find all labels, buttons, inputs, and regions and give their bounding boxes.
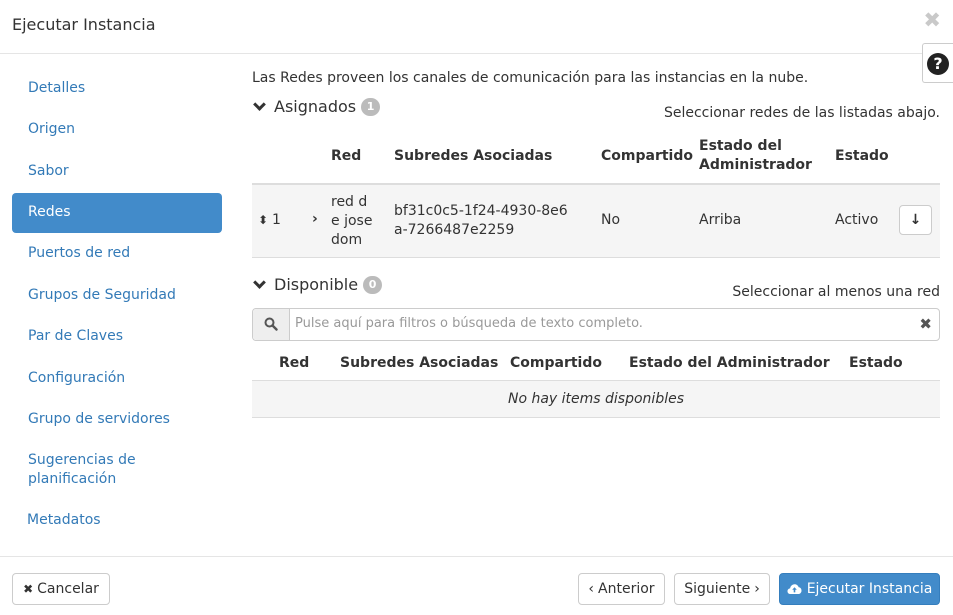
arrow-down-icon: ↓ bbox=[909, 212, 922, 228]
expand-row-icon[interactable]: › bbox=[312, 210, 318, 229]
assigned-row-divider bbox=[252, 257, 940, 258]
dialog-title: Ejecutar Instancia bbox=[12, 15, 156, 34]
sidebar-item-grupo-de-servidores[interactable]: Grupo de servidores bbox=[12, 410, 222, 429]
assigned-col-red: Red bbox=[331, 148, 362, 164]
assigned-hint: Seleccionar redes de las listadas abajo. bbox=[663, 105, 940, 121]
sidebar-item-sabor[interactable]: Sabor bbox=[12, 162, 222, 181]
search-icon bbox=[264, 317, 278, 331]
row-subredes: bf31c0c5-1f24-4930-8e6a-7266487e2259 bbox=[394, 203, 568, 238]
back-button[interactable]: ‹ Anterior bbox=[578, 573, 665, 605]
sidebar-item-detalles[interactable]: Detalles bbox=[12, 79, 222, 98]
clear-search-icon[interactable]: ✖ bbox=[919, 315, 932, 333]
assigned-col-subredes: Subredes Asociadas bbox=[394, 148, 553, 164]
sidebar-item-redes[interactable]: Redes bbox=[12, 193, 222, 233]
assigned-col-estado-admin: Estado del Administrador bbox=[699, 138, 812, 173]
assigned-count-badge: 1 bbox=[361, 97, 381, 116]
search-addon bbox=[253, 309, 290, 340]
available-col-compartido: Compartido bbox=[510, 355, 602, 371]
row-red: red de josedom bbox=[331, 194, 373, 248]
launch-instance-button[interactable]: Ejecutar Instancia bbox=[779, 573, 940, 605]
assigned-col-compartido: Compartido bbox=[601, 148, 693, 164]
available-hint: Seleccionar al menos una red bbox=[732, 284, 940, 300]
available-bottom-divider bbox=[252, 417, 940, 418]
search-bar: ✖ bbox=[252, 308, 940, 341]
available-col-estado: Estado bbox=[849, 355, 903, 371]
dialog-header: Ejecutar Instancia ✖ bbox=[0, 0, 953, 54]
help-button[interactable]: ? bbox=[922, 43, 953, 83]
cancel-button[interactable]: ✖ Cancelar bbox=[12, 573, 110, 605]
sidebar-item-origen[interactable]: Origen bbox=[12, 120, 222, 139]
chevron-down-icon bbox=[253, 97, 266, 111]
sidebar-item-par-de-claves[interactable]: Par de Claves bbox=[12, 327, 222, 346]
close-icon[interactable]: ✖ bbox=[923, 10, 941, 31]
assigned-col-estado: Estado bbox=[835, 148, 889, 164]
row-order: 1 bbox=[272, 212, 281, 228]
available-col-red: Red bbox=[279, 355, 310, 371]
assigned-section-toggle[interactable]: Asignados 1 bbox=[252, 97, 381, 116]
back-label: Anterior bbox=[598, 581, 655, 597]
row-estado-admin: Arriba bbox=[699, 212, 742, 228]
sidebar-item-grupos-de-seguridad[interactable]: Grupos de Seguridad bbox=[12, 286, 222, 305]
empty-state-text: No hay items disponibles bbox=[252, 381, 940, 417]
row-estado: Activo bbox=[835, 212, 879, 228]
available-title: Disponible bbox=[274, 275, 359, 294]
table-row: ⬍ 1 › red de josedom bf31c0c5-1f24-4930-… bbox=[252, 185, 940, 257]
cloud-upload-icon bbox=[787, 584, 802, 594]
deallocate-button[interactable]: ↓ bbox=[899, 205, 932, 235]
available-count-badge: 0 bbox=[363, 275, 383, 294]
sort-handle-icon[interactable]: ⬍ bbox=[258, 211, 268, 230]
launch-label: Ejecutar Instancia bbox=[806, 581, 933, 597]
dialog-footer: ✖ Cancelar ‹ Anterior Siguiente › Ejecut… bbox=[0, 556, 953, 615]
next-button[interactable]: Siguiente › bbox=[674, 573, 770, 605]
search-input[interactable] bbox=[295, 316, 915, 331]
help-icon: ? bbox=[927, 53, 949, 75]
row-compartido: No bbox=[601, 212, 621, 228]
available-section-toggle[interactable]: Disponible 0 bbox=[252, 275, 383, 294]
chevron-left-icon: ‹ bbox=[588, 581, 595, 597]
next-label: Siguiente bbox=[684, 581, 751, 597]
assigned-title: Asignados bbox=[274, 97, 357, 116]
cancel-label: Cancelar bbox=[37, 581, 99, 597]
chevron-down-icon bbox=[253, 275, 266, 289]
sidebar-item-metadatos[interactable]: Metadatos bbox=[12, 511, 222, 530]
available-col-subredes: Subredes Asociadas bbox=[340, 355, 499, 371]
intro-text: Las Redes proveen los canales de comunic… bbox=[252, 70, 809, 86]
sidebar-item-puertos-de-red[interactable]: Puertos de red bbox=[12, 244, 222, 263]
sidebar-item-sugerencias-de-planificacion[interactable]: Sugerencias de planificación bbox=[12, 451, 162, 489]
close-icon: ✖ bbox=[23, 582, 34, 596]
sidebar-item-configuracion[interactable]: Configuración bbox=[12, 369, 222, 388]
chevron-right-icon: › bbox=[754, 581, 760, 597]
available-col-estado-admin: Estado del Administrador bbox=[629, 355, 830, 371]
